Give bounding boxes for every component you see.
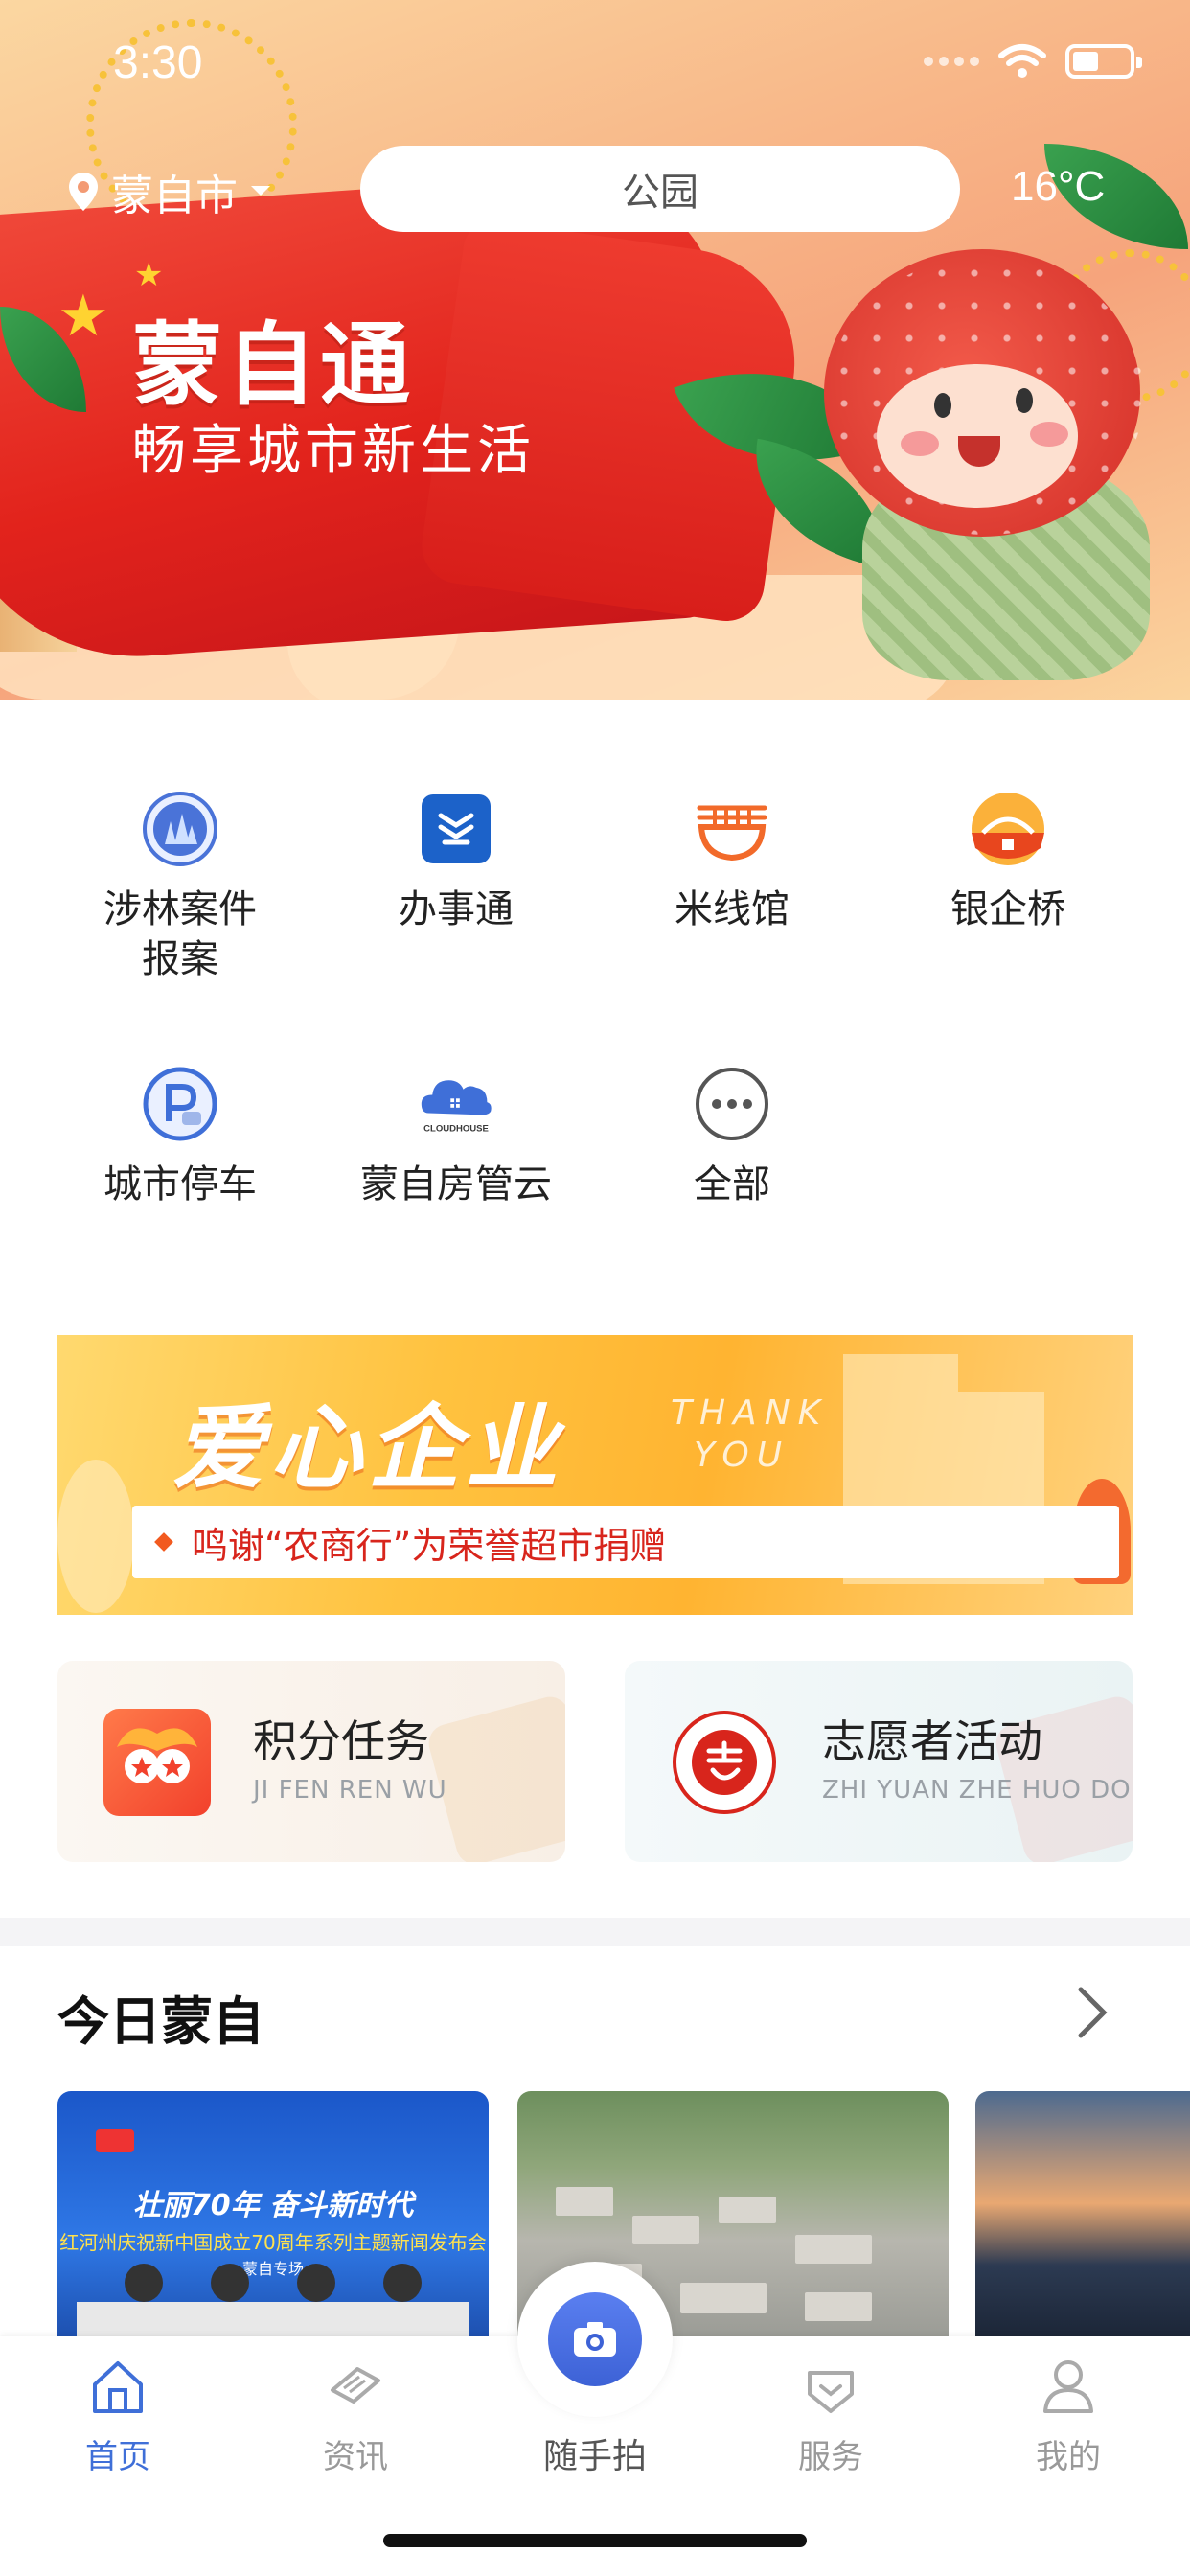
village-house	[556, 2187, 613, 2216]
village-house	[719, 2196, 776, 2223]
person-figure	[211, 2264, 249, 2302]
hero-subtitle: 畅享城市新生活	[132, 420, 535, 482]
mascot-cheek	[1030, 422, 1068, 447]
service-noodle[interactable]: 米线馆	[598, 791, 866, 934]
news-card[interactable]	[975, 2091, 1190, 2340]
noodle-bowl-icon	[694, 791, 770, 867]
service-all[interactable]: 全部	[598, 1066, 866, 1209]
more-dots-icon	[694, 1066, 770, 1142]
promo-english-line: THANK	[671, 1393, 829, 1433]
promo-banner[interactable]: 爱心企业 THANK YOU 鸣谢“农商行”为荣誉超市捐赠	[57, 1335, 1133, 1615]
caret-down-icon	[251, 186, 270, 196]
camera-icon	[574, 2322, 616, 2357]
card-title: 积分任务	[253, 1715, 429, 1767]
signal-icon	[924, 57, 979, 66]
city-name: 蒙自市	[111, 172, 238, 220]
diamond-icon	[154, 1532, 173, 1552]
tab-label: 首页	[85, 2438, 150, 2476]
cloudhouse-icon: CLOUDHOUSE	[418, 1066, 494, 1142]
tab-label: 服务	[798, 2438, 863, 2476]
village-house	[795, 2235, 872, 2264]
affairs-icon	[418, 791, 494, 867]
tab-service[interactable]: 服务	[759, 2356, 903, 2477]
service-label: 办事通	[399, 887, 514, 932]
mascot-cheek	[901, 431, 939, 456]
service-bank-bridge[interactable]: 银企桥	[874, 791, 1142, 934]
temperature: 16°C	[1011, 163, 1106, 210]
service-parking[interactable]: 城市停车	[46, 1066, 314, 1209]
desk-decoration	[77, 2302, 469, 2340]
forest-report-icon	[142, 791, 218, 867]
star-icon: ★	[134, 256, 164, 294]
service-label: 城市停车	[103, 1162, 257, 1207]
promo-english-line: YOU	[694, 1436, 790, 1475]
news-headline: 壮丽70年 奋斗新时代	[132, 2189, 414, 2222]
hero-banner[interactable]: ★ ★ 蒙自通 畅享城市新生活	[0, 0, 1190, 700]
person-figure	[297, 2264, 335, 2302]
city-selector[interactable]: 蒙自市	[67, 161, 272, 222]
battery-icon	[1065, 44, 1142, 79]
tab-news[interactable]: 资讯	[284, 2356, 427, 2477]
service-forest-report[interactable]: 涉林案件 报案	[46, 791, 314, 984]
volunteer-activity-card[interactable]: 志愿者活动 ZHI YUAN ZHE HUO DONG	[625, 1661, 1133, 1862]
tab-home[interactable]: 首页	[46, 2356, 190, 2477]
camera-label: 随手拍	[542, 2437, 647, 2476]
logo-70-icon	[96, 2129, 134, 2152]
service-icon	[808, 2371, 854, 2413]
service-affairs[interactable]: 办事通	[322, 791, 590, 934]
bank-bridge-icon	[970, 791, 1046, 867]
service-label: 蒙自房管云	[360, 1162, 552, 1207]
user-icon	[1043, 2360, 1093, 2413]
service-label: 银企桥	[950, 887, 1065, 932]
points-task-icon	[103, 1709, 211, 1816]
star-icon: ★	[57, 283, 109, 350]
parking-icon	[142, 1066, 218, 1142]
search-input[interactable]: 公园	[360, 146, 960, 232]
news-card[interactable]: 壮丽70年 奋斗新时代 红河州庆祝新中国成立70周年系列主题新闻发布会 蒙自专场	[57, 2091, 489, 2340]
village-house	[632, 2216, 699, 2244]
wifi-icon	[998, 44, 1046, 78]
mascot-eye	[1016, 388, 1033, 413]
search-placeholder: 公园	[622, 171, 698, 215]
volunteer-logo-icon	[671, 1709, 778, 1816]
section-title: 今日蒙自	[57, 1991, 264, 2052]
service-label: 涉林案件 报案	[103, 887, 257, 981]
person-figure	[383, 2264, 422, 2302]
tab-mine[interactable]: 我的	[996, 2356, 1140, 2477]
home-icon	[93, 2361, 143, 2413]
chevron-right-icon[interactable]	[1073, 1984, 1111, 2041]
home-indicator[interactable]	[383, 2534, 807, 2547]
hero-title: 蒙自通	[132, 313, 415, 418]
village-house	[680, 2283, 767, 2313]
coin-decoration	[57, 1460, 134, 1613]
news-icon	[331, 2367, 380, 2404]
points-task-card[interactable]: 积分任务 JI FEN REN WU	[57, 1661, 565, 1862]
tab-label: 我的	[1036, 2438, 1101, 2476]
status-time: 3:30	[113, 37, 203, 88]
news-subline: 蒙自专场	[241, 2260, 304, 2278]
promo-english: THANK YOU	[671, 1392, 828, 1477]
screen: ★ ★ 蒙自通 畅享城市新生活 3:30 蒙自市 公园 16°C 涉林案件 报案…	[0, 0, 1190, 2576]
camera-button[interactable]	[548, 2292, 642, 2386]
card-subtitle: ZHI YUAN ZHE HUO DONG	[822, 1776, 1133, 1805]
tab-label: 资讯	[323, 2438, 388, 2476]
cloudhouse-logo-text: CLOUDHOUSE	[423, 1124, 489, 1135]
section-divider	[0, 1918, 1190, 1946]
promo-title: 爱心企业	[172, 1394, 563, 1502]
service-cloudhouse[interactable]: CLOUDHOUSE 蒙自房管云	[322, 1066, 590, 1209]
service-label: 全部	[694, 1162, 770, 1207]
location-pin-icon	[69, 172, 98, 211]
card-subtitle: JI FEN REN WU	[253, 1776, 447, 1805]
promo-text-bar: 鸣谢“农商行”为荣誉超市捐赠	[132, 1506, 1119, 1578]
promo-text: 鸣谢“农商行”为荣誉超市捐赠	[192, 1524, 667, 1567]
card-title: 志愿者活动	[822, 1715, 1042, 1767]
mascot-eye	[934, 393, 951, 418]
status-icons	[924, 42, 1142, 80]
village-house	[805, 2292, 872, 2321]
person-figure	[125, 2264, 163, 2302]
service-label: 米线馆	[675, 887, 790, 932]
news-subline: 红河州庆祝新中国成立70周年系列主题新闻发布会	[59, 2231, 487, 2254]
